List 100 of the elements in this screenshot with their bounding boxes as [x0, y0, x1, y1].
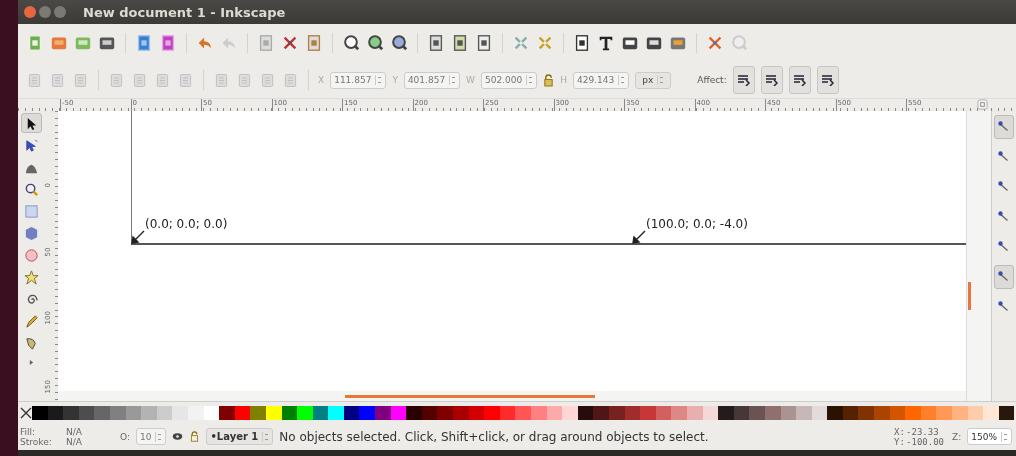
zoom-icon	[23, 181, 39, 197]
horizontal-scrollbar[interactable]	[58, 391, 966, 401]
field-label: W	[466, 75, 475, 85]
eye-icon[interactable]	[172, 431, 184, 442]
affect-toggle-button[interactable]	[760, 66, 783, 94]
close-button[interactable]	[24, 6, 36, 18]
color-swatch[interactable]	[983, 405, 999, 420]
color-swatch[interactable]	[952, 405, 968, 420]
color-swatch[interactable]	[297, 405, 313, 420]
color-swatch[interactable]	[63, 405, 79, 420]
no-color-icon[interactable]	[20, 406, 32, 419]
field-label: X	[318, 75, 325, 85]
snap-toggle-button[interactable]	[994, 115, 1014, 139]
color-swatch[interactable]	[874, 405, 890, 420]
zoom-field[interactable]: 150%	[967, 428, 1012, 445]
zoom-corner-icon[interactable]	[976, 99, 988, 110]
color-swatch[interactable]	[250, 405, 266, 420]
clipboard-icon[interactable]	[305, 34, 323, 52]
lock-icon[interactable]	[189, 431, 201, 442]
color-swatch[interactable]	[593, 405, 609, 420]
color-swatch[interactable]	[936, 405, 953, 420]
number-field[interactable]: 429.143	[573, 71, 630, 89]
color-swatch[interactable]	[515, 405, 531, 420]
field-label: Y	[392, 75, 398, 85]
color-swatch[interactable]	[32, 405, 48, 420]
color-swatch[interactable]	[219, 405, 235, 420]
zoom-icon[interactable]	[366, 34, 384, 52]
color-swatch[interactable]	[905, 405, 921, 420]
unit-dropdown[interactable]: px	[635, 71, 672, 89]
stroke-label: Stroke:	[20, 436, 53, 447]
color-swatch[interactable]	[640, 405, 656, 420]
color-swatch[interactable]	[718, 405, 734, 420]
lock-icon[interactable]	[543, 73, 555, 87]
opacity-field[interactable]: 10	[135, 428, 167, 445]
affect-toggle-button[interactable]	[732, 66, 755, 94]
color-swatch[interactable]	[453, 405, 469, 420]
scissors-icon[interactable]	[281, 34, 299, 52]
y-label: Y:	[894, 436, 906, 447]
status-message: No objects selected. Click, Shift+click, or drag around objects to select.	[279, 429, 709, 444]
window-title: New document 1 - Inkscape	[83, 4, 286, 20]
star-icon	[23, 269, 39, 285]
color-swatch[interactable]	[406, 405, 422, 420]
color-swatch[interactable]	[141, 405, 157, 420]
new-document-icon[interactable]	[26, 34, 44, 52]
color-swatch[interactable]	[671, 405, 687, 420]
color-swatch[interactable]	[172, 405, 188, 420]
coordinate-label: (0.0; 0.0; 0.0)	[145, 217, 228, 231]
color-swatch[interactable]	[749, 405, 765, 420]
affect-toggle-button[interactable]	[816, 66, 839, 94]
stroke-value: N/A	[66, 436, 83, 447]
color-swatch[interactable]	[359, 405, 376, 420]
pointer-arrow	[632, 230, 646, 244]
zoom-icon[interactable]	[390, 34, 408, 52]
number-field[interactable]: 111.857	[330, 71, 387, 89]
x-coordinate: -23.33	[906, 426, 940, 437]
coordinate-label: (100.0; 0.0; -4.0)	[646, 217, 748, 231]
affect-icon	[820, 74, 835, 86]
layer-dropdown[interactable]: •Layer 1	[206, 428, 274, 445]
scroll-thumb[interactable]	[968, 282, 971, 310]
color-swatch[interactable]	[328, 405, 344, 420]
pencil-icon	[23, 313, 39, 329]
affect-icon	[764, 74, 779, 86]
export-icon[interactable]	[159, 34, 177, 52]
affect-toggle-button[interactable]	[788, 66, 811, 94]
pointer-arrow	[131, 230, 145, 244]
vertical-scrollbar[interactable]	[966, 111, 991, 401]
minimize-button[interactable]	[39, 6, 51, 18]
expand-icon[interactable]	[28, 359, 34, 366]
field-label: H	[560, 75, 567, 85]
rect-icon	[23, 203, 39, 219]
number-field[interactable]: 401.857	[403, 71, 461, 89]
fill-value: N/A	[66, 426, 83, 437]
color-swatch[interactable]	[562, 405, 578, 420]
canvas[interactable]: (0.0; 0.0; 0.0) (100.0; 0.0; -4.0)	[58, 111, 966, 391]
scroll-thumb[interactable]	[345, 395, 595, 398]
maximize-button[interactable]	[54, 6, 66, 18]
color-swatch[interactable]	[484, 405, 500, 420]
snap-toggle-button[interactable]	[994, 265, 1014, 289]
fill-stroke-icon[interactable]	[573, 34, 591, 52]
node-icon	[23, 137, 39, 153]
zoom-icon[interactable]	[342, 34, 360, 52]
color-swatch[interactable]	[858, 405, 875, 420]
zoom-label: Z:	[952, 431, 962, 442]
affect-icon	[736, 74, 751, 86]
color-swatch[interactable]	[94, 405, 110, 420]
color-swatch[interactable]	[796, 405, 812, 420]
y-coordinate: -100.00	[906, 436, 945, 447]
affect-icon	[792, 74, 807, 86]
x-label: X:	[894, 426, 906, 437]
number-field[interactable]: 502.000	[481, 71, 538, 89]
color-swatch[interactable]	[437, 405, 454, 420]
selector-tool-button[interactable]	[20, 113, 42, 133]
import-icon[interactable]	[135, 34, 153, 52]
fill-label: Fill:	[20, 426, 37, 437]
circle-icon	[23, 247, 39, 263]
color-swatch[interactable]	[531, 405, 547, 420]
color-swatch[interactable]	[827, 405, 843, 420]
color-swatch[interactable]	[375, 405, 391, 420]
opacity-label: O:	[120, 431, 130, 442]
text-tool-icon[interactable]	[597, 34, 615, 52]
